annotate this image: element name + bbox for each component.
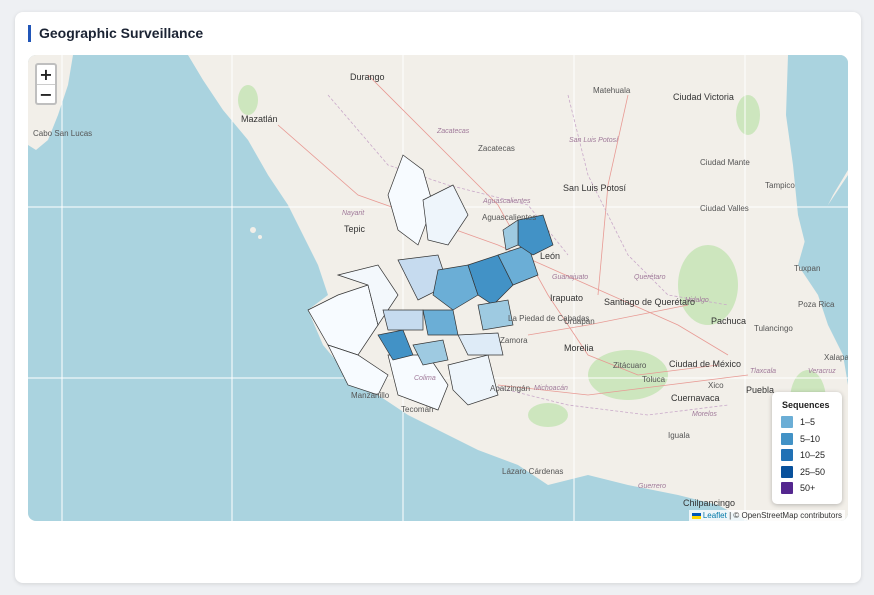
place-label: Tepic	[344, 224, 366, 234]
geographic-surveillance-card: Geographic Surveillance Durango Matehual…	[15, 12, 861, 583]
legend-item: 1–5	[781, 414, 842, 431]
place-label: Manzanillo	[351, 391, 390, 400]
place-label: Tecomán	[401, 405, 434, 414]
legend-swatch	[781, 482, 793, 495]
leaflet-link[interactable]: Leaflet	[703, 511, 727, 520]
place-label: Puebla	[746, 385, 775, 395]
place-label: San Luis Potosí	[569, 137, 619, 144]
legend-label: 1–5	[800, 417, 816, 428]
place-label: Pachuca	[711, 316, 747, 326]
place-label: Guerrero	[638, 483, 667, 490]
place-label: Aguascalientes	[483, 198, 531, 205]
legend-item: 50+	[781, 480, 842, 497]
place-label: Tuxpan	[794, 264, 821, 273]
island	[258, 235, 262, 239]
place-label: Querétaro	[634, 274, 666, 281]
place-label: León	[540, 251, 561, 261]
legend-swatch	[781, 465, 793, 478]
region-valles[interactable]	[422, 309, 459, 336]
place-label: Nayarit	[342, 210, 365, 217]
place-label: Chilpancingo	[683, 498, 736, 508]
place-label: Zacatecas	[437, 128, 470, 135]
map-container[interactable]: Durango Matehuala Ciudad Victoria Mazatl…	[28, 55, 848, 521]
place-label: Aguascalientes	[482, 213, 537, 222]
card-title: Geographic Surveillance	[28, 25, 203, 42]
legend-item: 10–25	[781, 447, 842, 464]
map-legend: Sequences 1–5 5–10 10–25 25–50 50+	[772, 392, 842, 504]
place-label: Santiago de Querétaro	[604, 297, 696, 307]
map-tiles[interactable]	[28, 55, 848, 521]
legend-label: 5–10	[800, 433, 821, 444]
place-label: Matehuala	[593, 86, 631, 95]
place-label: Xalapa	[824, 353, 848, 362]
place-label: Michoacán	[534, 385, 568, 392]
legend-swatch	[781, 449, 793, 462]
place-label: San Luis Potosí	[563, 183, 627, 193]
zoom-control: + −	[35, 63, 57, 105]
place-label: Xico	[708, 381, 724, 390]
place-label: Iguala	[668, 431, 690, 440]
zoom-in-button[interactable]: +	[37, 65, 55, 84]
legend-title: Sequences	[782, 400, 830, 410]
zoom-out-button[interactable]: −	[37, 84, 55, 104]
place-label: Apatzingán	[490, 384, 531, 393]
place-label: Guanajuato	[552, 274, 589, 281]
place-label: Morelia	[564, 343, 594, 353]
place-label: Ciudad Valles	[700, 204, 749, 213]
legend-swatch	[781, 416, 793, 429]
place-label: Toluca	[642, 375, 666, 384]
map-attribution: Leaflet | © OpenStreetMap contributors	[688, 510, 845, 521]
ukraine-flag-icon	[691, 512, 701, 519]
place-label: Lázaro Cárdenas	[502, 467, 564, 476]
place-label: Mazatlán	[241, 114, 278, 124]
place-label: Uruapan	[564, 317, 595, 326]
place-label: Zacatecas	[478, 144, 515, 153]
place-label: Cabo San Lucas	[33, 129, 93, 138]
place-label: Poza Rica	[798, 300, 835, 309]
legend-label: 10–25	[800, 450, 826, 461]
attribution-text: | © OpenStreetMap contributors	[729, 511, 842, 520]
legend-item: 25–50	[781, 464, 842, 481]
legend-swatch	[781, 432, 793, 445]
place-label: Durango	[350, 72, 385, 82]
legend-label: 50+	[800, 483, 816, 494]
place-label: Veracruz	[808, 368, 836, 375]
place-label: Zitácuaro	[613, 361, 647, 370]
place-label: Ciudad Victoria	[673, 92, 734, 102]
place-label: Tlaxcala	[750, 368, 777, 375]
place-label: Zamora	[500, 336, 528, 345]
place-label: Tulancingo	[754, 324, 793, 333]
place-label: Cuernavaca	[671, 393, 720, 403]
island	[250, 227, 256, 233]
place-label: Colima	[414, 375, 436, 382]
place-label: Morelos	[692, 411, 717, 418]
place-label: Ciudad Mante	[700, 158, 750, 167]
legend-item: 5–10	[781, 431, 842, 448]
region-valles-2[interactable]	[382, 309, 424, 331]
place-label: Tampico	[765, 181, 795, 190]
place-label: Irapuato	[550, 293, 584, 303]
place-label: Ciudad de México	[669, 359, 742, 369]
legend-label: 25–50	[800, 466, 826, 477]
